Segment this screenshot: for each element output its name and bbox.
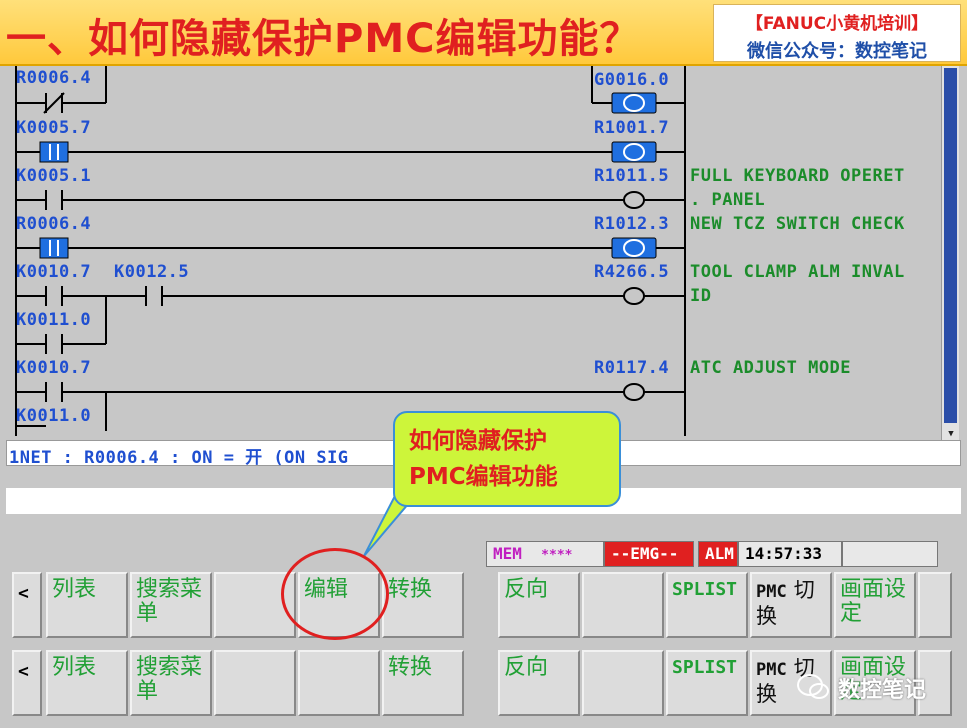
callout-line1: 如何隐藏保护 [409,428,547,454]
softkey-splist-button[interactable]: SPLIST [666,650,748,716]
mode-text: MEM [493,544,522,563]
softkey-blank-button[interactable] [582,650,664,716]
brand-box: 【FANUC小黄机培训】 微信公众号：数控笔记 [713,4,961,62]
coil-comment: NEW TCZ SWITCH CHECK [690,214,905,234]
vertical-scrollbar[interactable]: ▼ [941,66,959,440]
coil-comment: . PANEL [690,190,766,210]
softkey-search-menu-button[interactable]: 搜索菜单 [130,650,212,716]
watermark-text: 数控笔记 [838,678,927,703]
softkey-prev-button[interactable]: < [12,650,42,716]
pmc-label: PMC [756,660,787,680]
coil-comment: ATC ADJUST MODE [690,358,852,378]
ladder-lines [15,66,686,436]
scrollbar-thumb[interactable] [944,68,957,423]
callout-line2: PMC编辑功能 [409,464,558,490]
coil-comment: FULL KEYBOARD OPERET [690,166,905,186]
softkey-prev-button[interactable]: < [12,572,42,638]
contact-address: K0005.1 [16,166,92,186]
softkey-convert-button[interactable]: 转换 [382,650,464,716]
contact-address: K0011.0 [16,310,92,330]
contact-address: K0005.7 [16,118,92,138]
coil-address: R1001.7 [594,118,670,138]
alarm-indicator: ALM [698,541,738,567]
mode-indicator: MEM **** [486,541,604,567]
contact-address: K0010.7 [16,358,92,378]
contact-address: K0012.5 [114,262,190,282]
softkey-list-button[interactable]: 列表 [46,572,128,638]
brand-name: 【FANUC小黄机培训】 [745,14,929,34]
softkey-blank-button[interactable] [582,572,664,638]
softkey-blank-button[interactable] [298,650,380,716]
clock: 14:57:33 [738,541,842,567]
pmc-label: PMC [756,582,787,602]
coil-address: R1012.3 [594,214,670,234]
coil-address: R4266.5 [594,262,670,282]
wechat-icon [797,674,829,699]
softkey-pmc-switch-button[interactable]: PMC 切换 [750,572,832,638]
stars-text: **** [541,548,573,563]
coil-comment: ID [690,286,712,306]
ladder-diagram[interactable]: R0006.4 K0005.7 K0005.1 R0006.4 K0010.7 … [6,66,941,436]
coil-address: R1011.5 [594,166,670,186]
brand-wechat: 微信公众号：数控笔记 [747,41,927,62]
softkey-reverse-button[interactable]: 反向 [498,572,580,638]
softkey-search-menu-button[interactable]: 搜索菜单 [130,572,212,638]
softkey-convert-button[interactable]: 转换 [382,572,464,638]
softkey-screen-setting-button[interactable]: 画面设定 [834,572,916,638]
coil-address: R0117.4 [594,358,670,378]
highlight-circle [281,548,389,640]
net-status-text: 1NET : R0006.4 : ON = 开 (ON SIG [9,448,349,468]
coil-address: G0016.0 [594,70,670,90]
softkey-next-button[interactable] [918,572,952,638]
page-title: 一、如何隐藏保护PMC编辑功能？ [6,16,641,62]
coil-comment: TOOL CLAMP ALM INVAL [690,262,905,282]
cnc-status-bar: MEM **** --EMG-- ALM 14:57:33 [486,541,938,567]
softkey-list-button[interactable]: 列表 [46,650,128,716]
contact-address: R0006.4 [16,214,92,234]
emg-indicator: --EMG-- [604,541,694,567]
softkey-reverse-button[interactable]: 反向 [498,650,580,716]
contact-address: R0006.4 [16,68,92,88]
softkey-splist-button[interactable]: SPLIST [666,572,748,638]
status-blank [842,541,938,567]
scroll-down-icon[interactable]: ▼ [944,428,958,440]
annotation-callout: 如何隐藏保护 PMC编辑功能 [393,411,621,507]
contact-address: K0011.0 [16,406,92,426]
title-banner: 一、如何隐藏保护PMC编辑功能？ 【FANUC小黄机培训】 微信公众号：数控笔记 [0,0,967,66]
contact-address: K0010.7 [16,262,92,282]
softkey-blank-button[interactable] [214,650,296,716]
